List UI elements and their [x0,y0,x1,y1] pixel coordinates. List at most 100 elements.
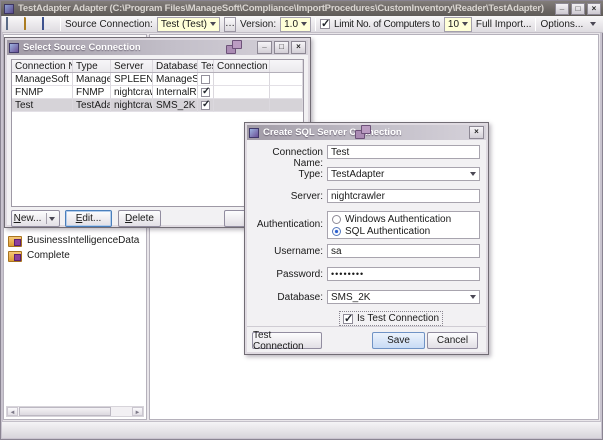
tree-item-businessintelligencedata[interactable]: BusinessIntelligenceData [8,233,139,247]
minimize-icon[interactable]: _ [257,41,272,54]
is-test-connection-checkbox[interactable] [343,314,353,324]
open-folder-icon[interactable] [24,18,38,31]
folder-icon [8,235,21,246]
maximize-icon[interactable]: □ [274,41,289,54]
version-value: 1.0 [284,19,298,30]
cell-filler [270,73,303,86]
table-row[interactable]: ManageSoft ManageSoft SPLEEN ManageSoft [12,73,303,86]
cell-filler [270,99,303,112]
select-dialog-titlebar: Select Source Connection _ □ × [7,40,308,55]
options-button[interactable]: Options... [540,19,583,30]
chevron-down-icon [49,217,55,221]
table-row[interactable]: Test TestAdapter nightcrawler SMS_2K [12,99,303,112]
save-icon[interactable] [42,18,56,31]
is-test-connection-option[interactable]: Is Test Connection [340,312,442,325]
type-label: Type: [245,169,323,180]
close-icon[interactable]: × [469,126,484,139]
maximize-icon[interactable]: □ [571,3,585,15]
cell-server: SPLEEN [111,73,153,86]
windows-auth-label: Windows Authentication [345,214,451,225]
chevron-down-icon [210,22,216,26]
cancel-button[interactable]: Cancel [427,332,478,349]
main-titlebar: TestAdapter Adapter (C:\Program Files\Ma… [1,1,603,16]
browse-connection-button[interactable]: … [224,17,236,32]
windows-auth-option[interactable]: Windows Authentication [332,213,475,225]
cell-connection-string [214,99,270,112]
column-header-type[interactable]: Type [73,60,111,72]
window-controls: _ □ × [555,3,601,15]
username-value: sa [331,246,479,257]
cell-connection-string [214,86,270,99]
table-header-row: Connection Name Type Server Database Tes… [12,60,303,73]
chevron-down-icon [470,295,476,299]
test-connection-button-label: Test Connection [253,330,321,352]
table-row[interactable]: FNMP FNMP nightcrawler InternalRollout [12,86,303,99]
cell-database: ManageSoft [153,73,198,86]
column-header-server[interactable]: Server [111,60,153,72]
save-button[interactable]: Save [372,332,425,349]
username-field[interactable]: sa [327,244,480,258]
new-file-icon[interactable] [6,18,20,31]
limit-computers-checkbox[interactable] [320,19,330,29]
window-title: TestAdapter Adapter (C:\Program Files\Ma… [18,3,551,14]
version-combo[interactable]: 1.0 [280,17,311,32]
sql-auth-option[interactable]: SQL Authentication [332,225,475,237]
column-header-connection-string[interactable]: Connection String [214,60,270,72]
toolbar-separator [60,18,61,31]
authentication-label: Authentication: [245,219,323,230]
type-combo[interactable]: TestAdapter [327,167,480,181]
database-value: SMS_2K [331,292,467,303]
source-connection-combo[interactable]: Test (Test) [157,17,220,32]
sql-auth-label: SQL Authentication [345,226,430,237]
test-checkbox[interactable] [201,88,210,97]
cell-connection-string [214,73,270,86]
toolbar-separator [535,18,536,31]
close-icon[interactable]: × [587,3,601,15]
close-icon[interactable]: × [291,41,306,54]
test-checkbox[interactable] [201,101,210,110]
authentication-group: Windows Authentication SQL Authenticatio… [327,211,480,239]
connection-name-label: Connection Name: [245,147,323,169]
cell-type: FNMP [73,86,111,99]
windows-auth-radio[interactable] [332,215,341,224]
column-header-connection-name[interactable]: Connection Name [12,60,73,72]
horizontal-scrollbar[interactable]: ◄ ► [6,406,144,417]
new-button[interactable]: New... [11,210,60,227]
new-button-label: New... [14,213,42,224]
dialog-icon [9,43,19,53]
scroll-right-icon[interactable]: ► [132,407,143,416]
edit-button[interactable]: Edit... [65,210,112,227]
password-field[interactable]: •••••••• [327,267,480,281]
chevron-down-icon [590,22,596,26]
minimize-icon[interactable]: _ [555,3,569,15]
scroll-left-icon[interactable]: ◄ [7,407,18,416]
source-connection-value: Test (Test) [161,19,207,30]
save-button-label: Save [387,335,410,346]
edit-button-label: Edit... [76,213,102,224]
limit-computers-combo[interactable]: 10 [444,17,472,32]
split-divider [46,213,47,224]
full-import-button[interactable]: Full Import... [476,19,532,30]
source-connection-label: Source Connection: [65,19,153,30]
tree-item-label: Complete [27,250,70,261]
cell-filler [270,86,303,99]
column-header-test[interactable]: Test [198,60,214,72]
cell-connection-name: FNMP [12,86,73,99]
test-connection-button[interactable]: Test Connection [252,332,322,349]
connection-name-value: Test [331,147,479,158]
server-field[interactable]: nightcrawler [327,189,480,203]
tree-item-complete[interactable]: Complete [8,248,70,262]
sql-auth-radio[interactable] [332,227,341,236]
cell-server: nightcrawler [111,99,153,112]
scrollbar-thumb[interactable] [19,407,111,416]
test-checkbox[interactable] [201,75,210,84]
limit-computers-value: 10 [448,19,459,30]
column-header-database[interactable]: Database [153,60,198,72]
database-combo[interactable]: SMS_2K [327,290,480,304]
cancel-button-label: Cancel [437,335,468,346]
delete-button[interactable]: Delete [118,210,161,227]
connection-name-field[interactable]: Test [327,145,480,159]
cell-test [198,73,214,86]
cell-type: TestAdapter [73,99,111,112]
cell-test [198,99,214,112]
